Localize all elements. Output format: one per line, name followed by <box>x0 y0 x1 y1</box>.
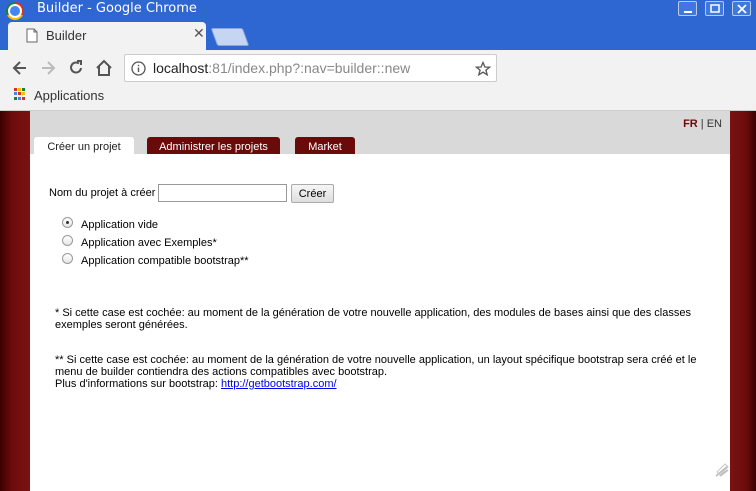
lang-en-link[interactable]: EN <box>707 118 722 130</box>
apps-bookmark-label[interactable]: Applications <box>34 88 104 103</box>
bookmarks-bar <box>0 86 756 111</box>
tab-close-icon[interactable]: ✕ <box>193 26 205 42</box>
minimize-button[interactable] <box>678 1 697 16</box>
project-name-label: Nom du projet à créer <box>49 187 156 199</box>
page-frame-right <box>730 111 756 491</box>
lang-separator: | <box>697 118 707 130</box>
back-icon[interactable] <box>10 58 30 78</box>
lang-fr-link[interactable]: FR <box>683 118 698 130</box>
maximize-button[interactable] <box>705 1 724 16</box>
tab-manage-projects[interactable]: Administrer les projets <box>147 137 280 154</box>
radio-bootstrap-app[interactable] <box>62 253 73 264</box>
note-bootstrap-more: Plus d'informations sur bootstrap: http:… <box>55 378 705 390</box>
page-content: FR | EN Créer un projet Administrer les … <box>30 111 730 491</box>
new-tab-button[interactable] <box>210 28 250 46</box>
close-window-button[interactable] <box>732 1 751 16</box>
bookmark-star-icon[interactable] <box>475 61 491 77</box>
radio-empty-app[interactable] <box>62 217 73 228</box>
note-bootstrap: ** Si cette case est cochée: au moment d… <box>55 354 705 390</box>
page-icon <box>26 28 38 43</box>
window-title: Builder - Google Chrome <box>37 1 197 16</box>
create-button[interactable]: Créer <box>291 184 334 203</box>
address-bar[interactable]: localhost:81/index.php?:nav=builder::new <box>124 54 497 82</box>
resize-handle-icon <box>715 463 729 477</box>
close-icon <box>737 4 747 14</box>
header-band <box>30 111 730 154</box>
home-icon[interactable] <box>94 58 114 78</box>
option-label: Application vide <box>81 219 159 231</box>
browser-tab-builder[interactable]: Builder ✕ <box>8 22 206 50</box>
tab-title: Builder <box>46 28 87 43</box>
forward-icon[interactable] <box>38 58 58 78</box>
option-label: Application avec Exemples* <box>81 237 217 249</box>
info-icon[interactable] <box>131 61 146 76</box>
language-switcher: FR | EN <box>683 118 722 130</box>
bootstrap-link[interactable]: http://getbootstrap.com/ <box>221 378 337 390</box>
option-label: Application compatible bootstrap** <box>81 255 249 267</box>
chrome-logo-icon <box>6 2 24 20</box>
page-frame-left <box>0 111 30 491</box>
url-path: :81/index.php?:nav=builder::new <box>208 60 411 76</box>
tab-market[interactable]: Market <box>295 137 355 154</box>
minimize-icon <box>684 11 692 13</box>
tab-create-project[interactable]: Créer un projet <box>34 137 134 155</box>
reload-icon[interactable] <box>66 58 86 78</box>
note-examples: * Si cette case est cochée: au moment de… <box>55 307 691 331</box>
maximize-icon <box>710 4 720 13</box>
radio-app-with-examples[interactable] <box>62 235 73 246</box>
more-info-prefix: Plus d'informations sur bootstrap: <box>55 378 221 390</box>
url-host: localhost <box>153 60 209 76</box>
url-text: localhost:81/index.php?:nav=builder::new <box>153 60 410 76</box>
note-bootstrap-text: ** Si cette case est cochée: au moment d… <box>55 354 697 378</box>
project-name-input[interactable] <box>158 184 287 202</box>
apps-grid-icon[interactable] <box>14 88 26 100</box>
